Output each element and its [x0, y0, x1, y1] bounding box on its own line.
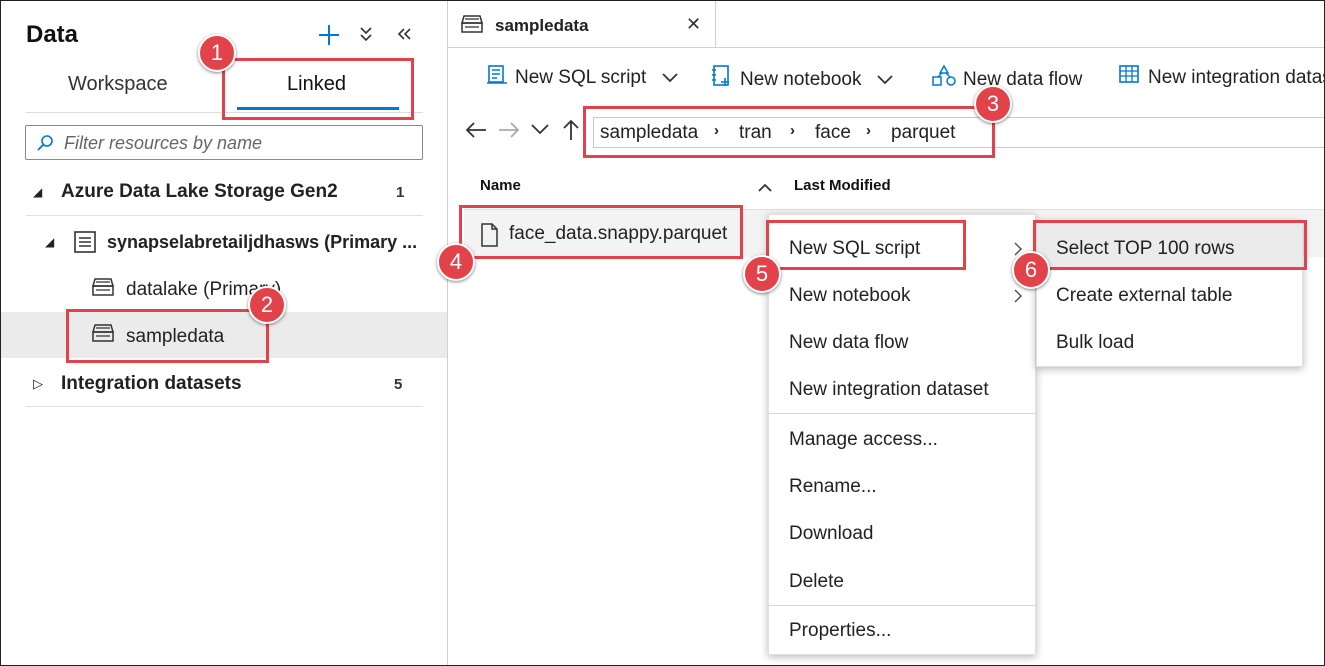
chevron-down-icon[interactable]	[530, 123, 550, 142]
container-icon	[91, 323, 115, 348]
step-badge: 1	[198, 34, 236, 72]
toolbar-label: New SQL script	[515, 67, 647, 88]
forward-arrow-icon[interactable]	[497, 120, 521, 145]
filter-input[interactable]: Filter resources by name	[25, 125, 423, 160]
panel-title: Data	[26, 21, 79, 48]
collapse-panel-icon[interactable]	[395, 25, 413, 48]
table-icon	[1118, 64, 1142, 92]
active-tab-indicator	[237, 107, 399, 110]
breadcrumb-item[interactable]: sampledata	[600, 122, 698, 144]
divider	[26, 406, 423, 407]
tree-item-sampledata[interactable]: sampledata	[126, 326, 224, 348]
menu-item-download[interactable]: Download	[789, 523, 874, 545]
new-notebook-button[interactable]: New notebook	[710, 64, 893, 94]
chevron-right-icon: ›	[790, 122, 795, 139]
collapsed-caret-icon[interactable]: ▷	[33, 376, 43, 392]
close-icon[interactable]: ✕	[686, 14, 701, 35]
step-badge: 4	[437, 243, 475, 281]
context-menu: New SQL script New notebook New data flo…	[768, 214, 1036, 655]
tab-workspace[interactable]: Workspace	[68, 73, 168, 96]
group-count: 5	[394, 376, 403, 393]
sort-ascending-icon[interactable]	[758, 180, 772, 198]
container-icon	[91, 277, 115, 302]
submenu-item-bulk-load[interactable]: Bulk load	[1056, 332, 1134, 354]
new-sql-script-button[interactable]: New SQL script	[485, 64, 678, 92]
notebook-icon	[710, 64, 734, 94]
up-arrow-icon[interactable]	[561, 118, 581, 147]
file-name[interactable]: face_data.snappy.parquet	[509, 223, 727, 245]
group-count: 1	[396, 184, 405, 201]
new-integration-dataset-button[interactable]: New integration dataset	[1118, 64, 1324, 92]
container-icon	[460, 14, 484, 39]
back-arrow-icon[interactable]	[464, 120, 488, 145]
breadcrumb-item[interactable]: face	[815, 122, 851, 144]
menu-item-new-sql-script[interactable]: New SQL script	[789, 238, 920, 260]
document-tab-sampledata[interactable]: sampledata ✕	[448, 1, 716, 48]
breadcrumb-item[interactable]: tran	[739, 122, 772, 144]
toolbar-label: New data flow	[963, 69, 1083, 90]
synapse-data-hub: Data Workspace Linked Filter resources b…	[0, 0, 1325, 666]
chevron-down-icon[interactable]	[661, 70, 678, 87]
chevron-down-icon[interactable]	[877, 72, 893, 89]
expand-all-icon[interactable]	[358, 25, 374, 49]
breadcrumb-item[interactable]: parquet	[891, 122, 955, 144]
storage-account-icon	[73, 230, 97, 259]
menu-item-new-notebook[interactable]: New notebook	[789, 285, 910, 307]
menu-item-manage-access[interactable]: Manage access...	[789, 429, 938, 451]
step-badge: 6	[1012, 251, 1050, 289]
file-icon	[479, 223, 499, 252]
new-data-flow-button[interactable]: New data flow	[931, 64, 1082, 94]
tree-group-adls[interactable]: Azure Data Lake Storage Gen2	[61, 181, 338, 203]
menu-item-properties[interactable]: Properties...	[789, 620, 891, 642]
menu-item-rename[interactable]: Rename...	[789, 476, 877, 498]
chevron-right-icon: ›	[866, 122, 871, 139]
document-tab-label: sampledata	[495, 16, 589, 35]
menu-separator	[769, 605, 1035, 606]
submenu-item-create-external-table[interactable]: Create external table	[1056, 285, 1232, 307]
expanded-caret-icon[interactable]: ◢	[33, 185, 42, 199]
filter-placeholder: Filter resources by name	[64, 133, 263, 153]
tree-group-integration-datasets[interactable]: Integration datasets	[61, 373, 242, 395]
submenu: Select TOP 100 rows Create external tabl…	[1036, 221, 1303, 367]
menu-item-new-data-flow[interactable]: New data flow	[789, 332, 908, 354]
tab-divider	[26, 112, 423, 113]
data-panel: Data Workspace Linked Filter resources b…	[1, 1, 448, 665]
expanded-caret-icon[interactable]: ◢	[45, 235, 54, 249]
sql-script-icon	[485, 64, 509, 92]
toolbar-label: New integration dataset	[1148, 67, 1324, 88]
step-badge: 5	[743, 255, 781, 293]
column-header-last-modified[interactable]: Last Modified	[794, 177, 891, 194]
divider	[26, 215, 423, 216]
column-header-name[interactable]: Name	[480, 177, 521, 194]
menu-item-new-integration-dataset[interactable]: New integration dataset	[789, 379, 989, 401]
menu-item-delete[interactable]: Delete	[789, 571, 844, 593]
toolbar-label: New notebook	[740, 69, 862, 90]
chevron-right-icon: ›	[714, 122, 719, 139]
data-flow-icon	[931, 64, 957, 94]
tree-item-storage-account[interactable]: synapselabretailjdhasws (Primary ...	[107, 232, 417, 253]
search-icon	[37, 135, 53, 151]
step-badge: 3	[974, 85, 1012, 123]
tab-linked[interactable]: Linked	[287, 73, 346, 96]
add-icon[interactable]	[317, 23, 341, 53]
submenu-item-select-top-100[interactable]: Select TOP 100 rows	[1056, 238, 1235, 260]
step-badge: 2	[248, 286, 286, 324]
breadcrumb: sampledata › tran › face › parquet	[593, 117, 1324, 148]
chevron-right-icon	[1013, 288, 1023, 309]
menu-separator	[769, 413, 1035, 414]
